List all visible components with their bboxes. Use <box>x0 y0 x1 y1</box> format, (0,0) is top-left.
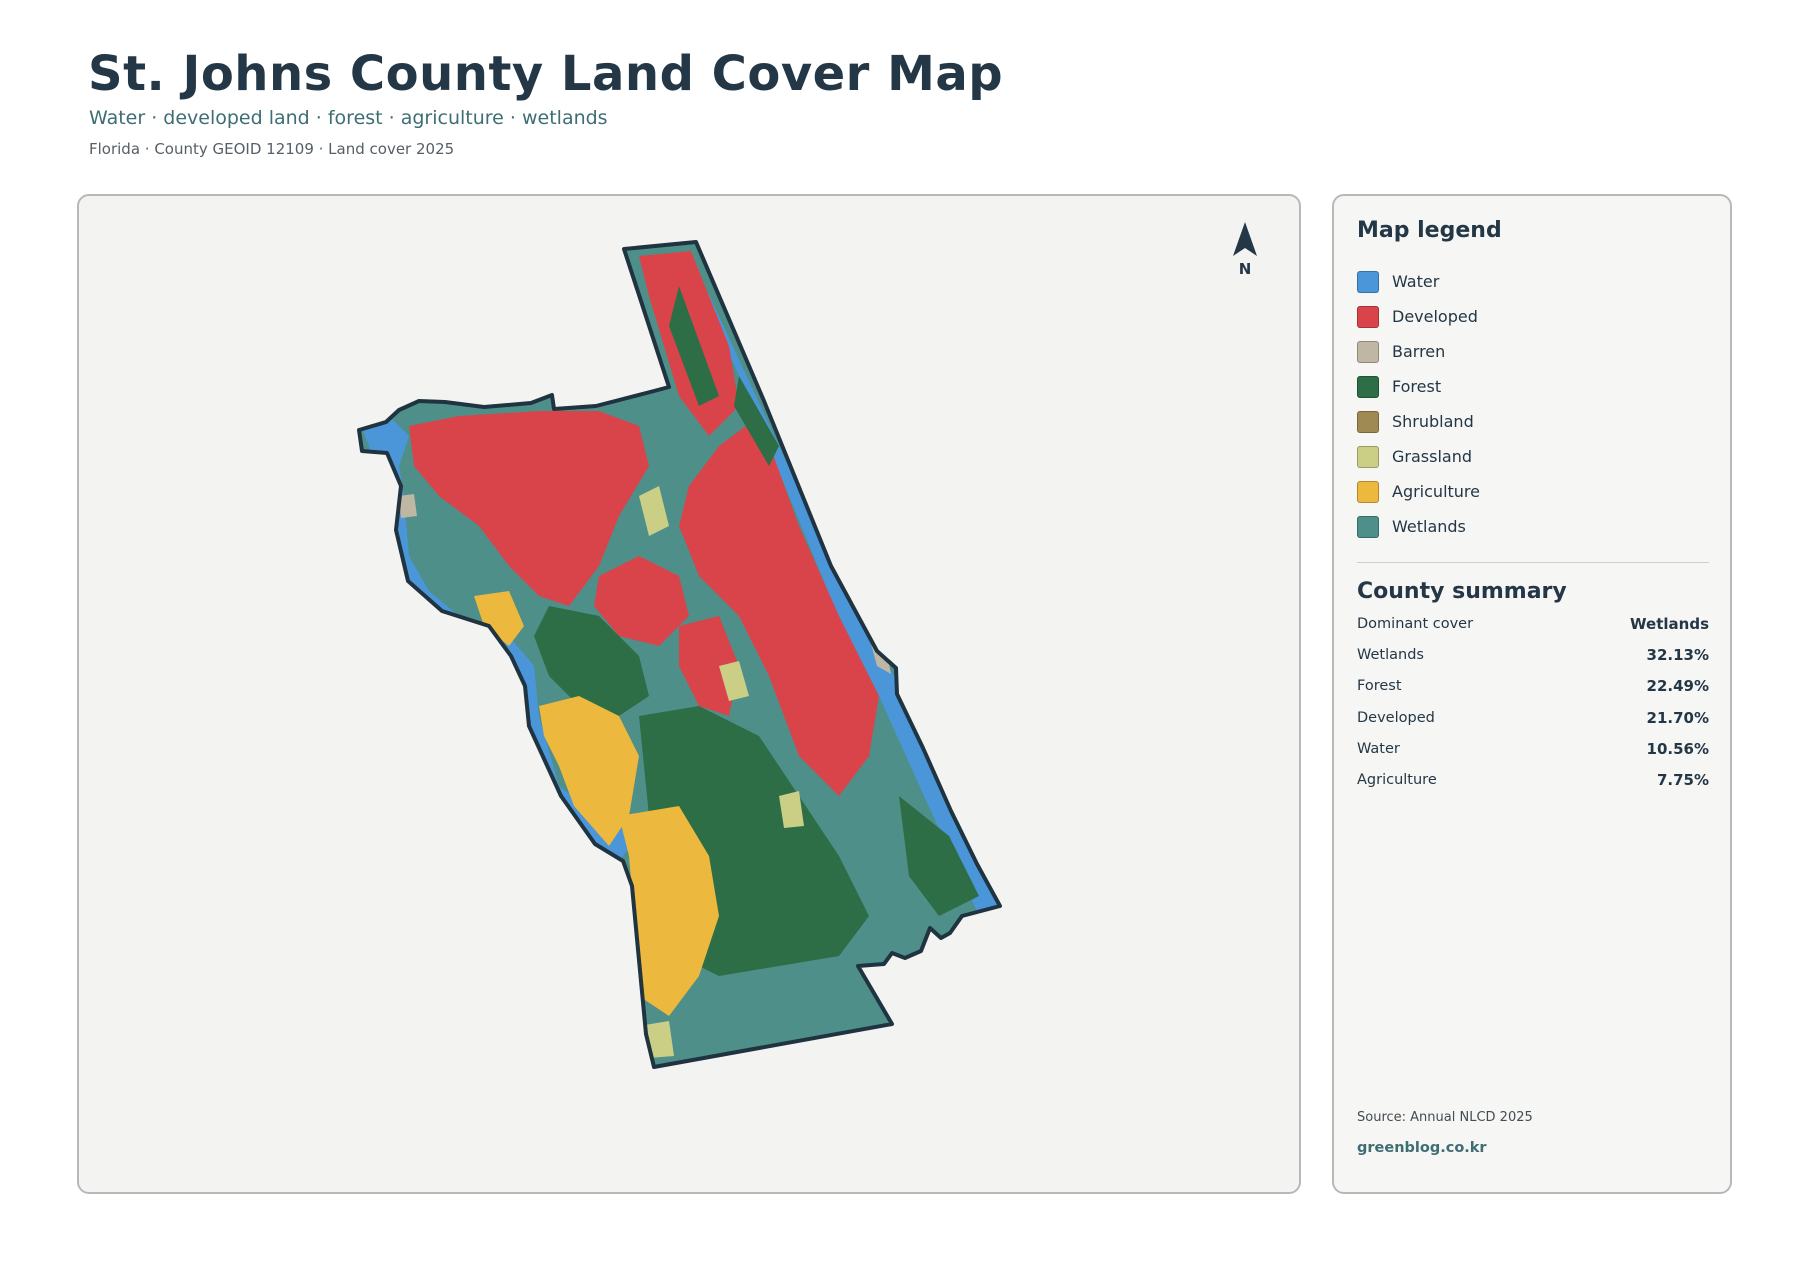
legend-label: Forest <box>1392 377 1442 396</box>
legend-label: Agriculture <box>1392 482 1480 501</box>
page-meta: Florida · County GEOID 12109 · Land cove… <box>89 140 455 158</box>
legend-item-water: Water <box>1357 264 1480 299</box>
summary-value: Wetlands <box>1630 614 1709 633</box>
legend-item-agriculture: Agriculture <box>1357 474 1480 509</box>
north-arrow: N <box>1220 222 1270 278</box>
summary-row: Water 10.56% <box>1357 733 1709 764</box>
source-note: Source: Annual NLCD 2025 <box>1357 1110 1533 1125</box>
summary-key: Developed <box>1357 709 1435 726</box>
legend-label: Shrubland <box>1392 412 1474 431</box>
legend-label: Grassland <box>1392 447 1472 466</box>
legend-item-forest: Forest <box>1357 369 1480 404</box>
summary-key: Water <box>1357 740 1400 757</box>
page-subtitle: Water · developed land · forest · agricu… <box>89 107 608 129</box>
summary-row: Wetlands 32.13% <box>1357 639 1709 670</box>
legend-swatch <box>1357 480 1379 503</box>
summary-key: Agriculture <box>1357 772 1437 789</box>
summary-value: 10.56% <box>1646 739 1709 758</box>
summary-value: 22.49% <box>1646 677 1709 696</box>
summary-row: Forest 22.49% <box>1357 671 1709 702</box>
north-label: N <box>1238 260 1252 278</box>
summary-value: 32.13% <box>1646 645 1709 664</box>
legend-item-wetlands: Wetlands <box>1357 509 1480 544</box>
map-panel[interactable] <box>77 194 1301 1194</box>
panel-divider <box>1357 562 1709 563</box>
legend-heading: Map legend <box>1357 218 1502 243</box>
legend-swatch <box>1357 270 1379 293</box>
summary-row: Developed 21.70% <box>1357 702 1709 733</box>
page-title: St. Johns County Land Cover Map <box>88 46 1004 102</box>
county-map[interactable] <box>79 196 1301 1194</box>
legend-item-barren: Barren <box>1357 334 1480 369</box>
legend-swatch <box>1357 305 1379 328</box>
legend-swatch <box>1357 340 1379 363</box>
legend-swatch <box>1357 375 1379 398</box>
summary-key: Dominant cover <box>1357 615 1474 632</box>
summary-row: Dominant cover Wetlands <box>1357 608 1709 639</box>
summary-key: Wetlands <box>1357 646 1424 663</box>
north-arrow-icon <box>1233 222 1257 256</box>
summary-row: Agriculture 7.75% <box>1357 764 1709 795</box>
legend-label: Barren <box>1392 342 1446 361</box>
legend-item-developed: Developed <box>1357 299 1480 334</box>
legend-swatch <box>1357 410 1379 433</box>
legend-swatch <box>1357 515 1379 538</box>
legend-label: Wetlands <box>1392 517 1466 536</box>
legend-item-grassland: Grassland <box>1357 439 1480 474</box>
legend-label: Water <box>1392 272 1440 291</box>
credit-link[interactable]: greenblog.co.kr <box>1357 1140 1487 1156</box>
side-panel: Map legend Water Developed Barren Forest… <box>1332 194 1732 1194</box>
legend-list: Water Developed Barren Forest Shrubland … <box>1357 264 1480 544</box>
legend-item-shrubland: Shrubland <box>1357 404 1480 439</box>
summary-value: 7.75% <box>1656 771 1709 790</box>
legend-label: Developed <box>1392 307 1478 326</box>
summary-heading: County summary <box>1357 579 1567 604</box>
summary-value: 21.70% <box>1646 708 1709 727</box>
summary-table: Dominant cover Wetlands Wetlands 32.13% … <box>1357 608 1709 796</box>
legend-swatch <box>1357 445 1379 468</box>
summary-key: Forest <box>1357 678 1402 695</box>
